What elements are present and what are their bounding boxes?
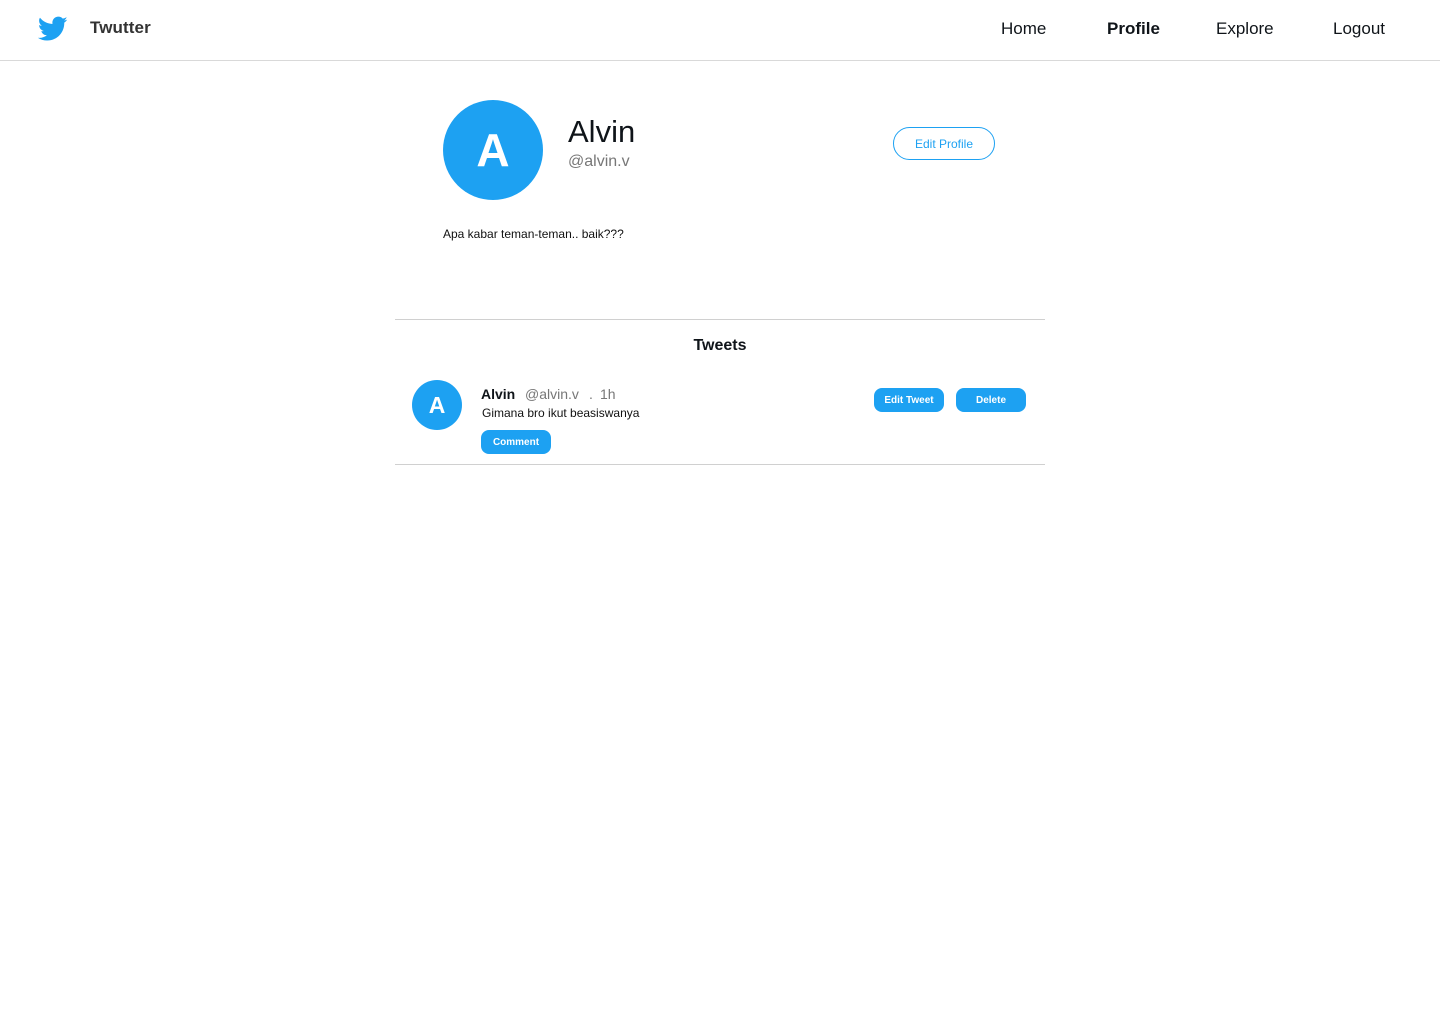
tweet-author-name: Alvin [481,386,516,402]
profile-avatar: A [443,100,543,200]
delete-tweet-button[interactable]: Delete [956,388,1026,412]
nav-link-explore[interactable]: Explore [1216,19,1274,39]
profile-handle: @alvin.v [568,153,630,170]
nav-link-logout[interactable]: Logout [1333,19,1385,39]
main-nav: Home Profile Explore Logout [0,19,1440,43]
profile-bio: Apa kabar teman-teman.. baik??? [443,227,624,241]
nav-link-profile[interactable]: Profile [1107,19,1160,39]
tweet-text: Gimana bro ikut beasiswanya [482,406,640,420]
comment-button[interactable]: Comment [481,430,551,454]
tweet-avatar: A [412,380,462,430]
tweet-author-handle: @alvin.v [525,386,579,402]
nav-link-home[interactable]: Home [1001,19,1046,39]
tweet-meta-separator: . [589,386,593,402]
tweets-heading: Tweets [693,337,747,354]
profile-name: Alvin [568,114,636,149]
edit-profile-button[interactable]: Edit Profile [893,127,995,160]
tweet-timestamp: 1h [600,386,616,402]
top-navbar: Twutter Home Profile Explore Logout [0,0,1440,61]
edit-tweet-button[interactable]: Edit Tweet [874,388,944,412]
tweet-divider [395,464,1045,465]
section-divider [395,319,1045,320]
